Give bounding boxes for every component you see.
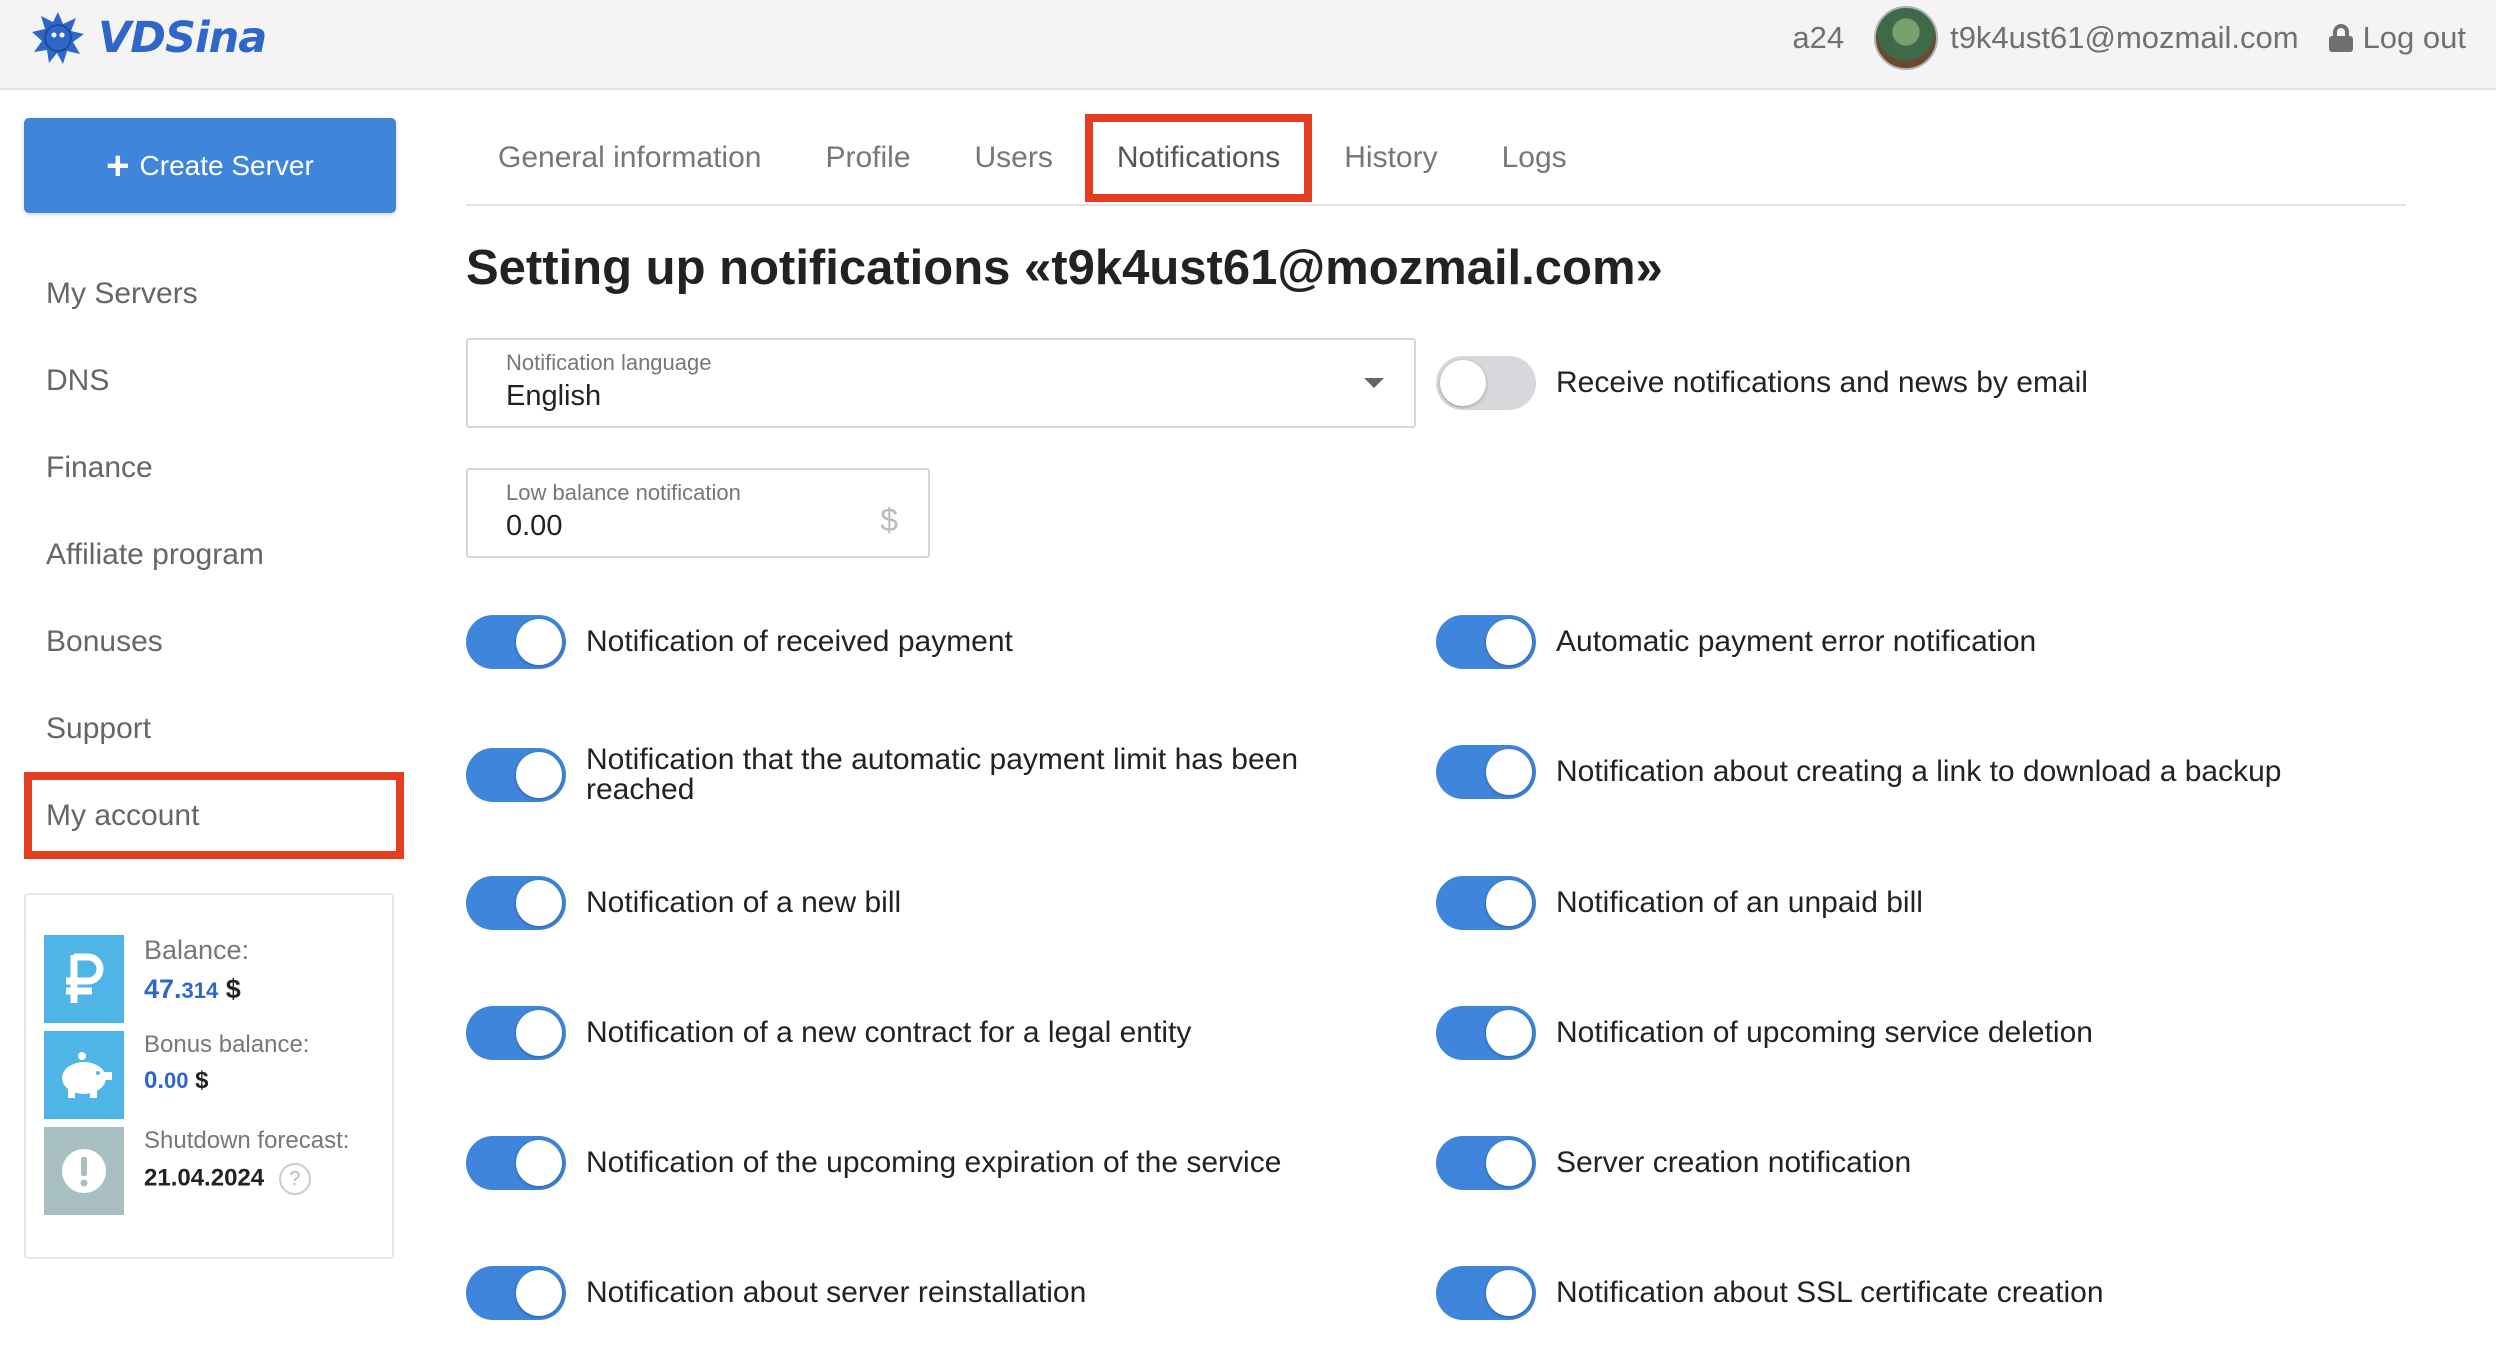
language-value: English (506, 380, 602, 412)
balance-card: Balance: 47.314 $ Bonus balance: 0.00 $ (24, 893, 394, 1259)
toggle-row: Notification of received payment (466, 615, 1013, 669)
tab-users[interactable]: Users (943, 114, 1085, 202)
toggle-label: Notification of the upcoming expiration … (586, 1146, 1282, 1179)
create-server-label: Create Server (139, 149, 314, 181)
balance-int: 47. (144, 974, 182, 1004)
logout-label: Log out (2362, 20, 2466, 55)
avatar (1874, 6, 1939, 70)
bonus-dec: 00 (164, 1068, 189, 1093)
forecast-value: 21.04.2024 ? (144, 1163, 349, 1195)
create-server-button[interactable]: + Create Server (24, 118, 396, 213)
forecast-row: Shutdown forecast: 21.04.2024 ? (44, 1127, 349, 1215)
toggle-row: Notification of a new contract for a leg… (466, 1006, 1191, 1060)
page-title: Setting up notifications «t9k4ust61@mozm… (466, 241, 1663, 295)
auto-payment-limit-toggle[interactable] (466, 748, 566, 802)
tab-history[interactable]: History (1312, 114, 1469, 202)
balance-row: Balance: 47.314 $ (44, 935, 249, 1023)
sidebar-item-finance[interactable]: Finance (24, 424, 404, 511)
forecast-date: 21.04.2024 (144, 1164, 265, 1192)
toggle-row: Notification about creating a link to do… (1436, 745, 2281, 799)
new-bill-toggle[interactable] (466, 876, 566, 930)
user-menu[interactable]: t9k4ust61@mozmail.com (1874, 6, 2299, 70)
top-header: VDSina a24 t9k4ust61@mozmail.com Log out (0, 0, 2496, 90)
unpaid-bill-toggle[interactable] (1436, 876, 1536, 930)
bonus-value: 0.00 $ (144, 1067, 309, 1095)
toggle-row: Notification about server reinstallation (466, 1266, 1086, 1320)
header-right: a24 t9k4ust61@mozmail.com Log out (1792, 0, 2466, 76)
tab-logs[interactable]: Logs (1470, 114, 1599, 202)
toggle-label: Notification that the automatic payment … (586, 743, 1299, 806)
help-icon[interactable]: ? (278, 1163, 311, 1195)
toggle-row: Notification of the upcoming expiration … (466, 1136, 1281, 1190)
bonus-label: Bonus balance: (144, 1031, 310, 1058)
toggle-label: Notification of a new contract for a leg… (586, 1016, 1192, 1049)
toggle-row: Notification that the automatic payment … (466, 745, 1366, 805)
logo-star-icon (32, 12, 84, 64)
low-balance-input[interactable]: Low balance notification 0.00 $ (466, 468, 930, 558)
toggle-label: Server creation notification (1556, 1146, 1912, 1179)
backup-link-toggle[interactable] (1436, 745, 1536, 799)
toggle-label: Automatic payment error notification (1556, 625, 2037, 658)
toggle-label: Notification about server reinstallation (586, 1276, 1087, 1309)
language-label: Notification language (506, 350, 712, 375)
dollar-icon: $ (880, 502, 898, 538)
ruble-icon (44, 935, 124, 1023)
balance-label: Balance: (144, 935, 250, 965)
toggle-label: Notification about SSL certificate creat… (1556, 1276, 2104, 1309)
bonus-currency: $ (195, 1067, 209, 1094)
toggle-row: Server creation notification (1436, 1136, 1911, 1190)
server-creation-toggle[interactable] (1436, 1136, 1536, 1190)
email-notifications-toggle[interactable] (1436, 356, 1536, 410)
piggy-bank-icon (44, 1031, 124, 1119)
logo-text: VDSina (98, 13, 267, 63)
toggle-row: Notification about SSL certificate creat… (1436, 1266, 2104, 1320)
sidebar-item-bonuses[interactable]: Bonuses (24, 598, 404, 685)
bonus-int: 0. (144, 1067, 165, 1094)
logo[interactable]: VDSina (30, 6, 267, 70)
email-toggle-label: Receive notifications and news by email (1556, 366, 2088, 399)
chevron-down-icon (1364, 378, 1384, 388)
notification-language-select[interactable]: Notification language English (466, 338, 1416, 428)
account-tabs: General information Profile Users Notifi… (466, 112, 2406, 206)
lock-icon (2328, 24, 2353, 52)
tab-profile[interactable]: Profile (793, 114, 942, 202)
warning-icon (44, 1127, 124, 1215)
balance-value: 47.314 $ (144, 974, 249, 1005)
received-payment-toggle[interactable] (466, 615, 566, 669)
service-deletion-toggle[interactable] (1436, 1006, 1536, 1060)
account-code: a24 (1792, 20, 1845, 55)
toggle-label: Notification of received payment (586, 625, 1013, 658)
tab-notifications[interactable]: Notifications (1084, 114, 1313, 202)
low-balance-value: 0.00 (506, 510, 563, 542)
sidebar-item-my-account[interactable]: My account (24, 772, 404, 859)
toggle-label: Notification of an unpaid bill (1556, 886, 1923, 919)
balance-dec: 314 (181, 978, 219, 1003)
low-balance-label: Low balance notification (506, 480, 741, 505)
ssl-certificate-toggle[interactable] (1436, 1266, 1536, 1320)
email-toggle-row: Receive notifications and news by email (1436, 356, 2088, 410)
toggle-label: Notification of a new bill (586, 886, 902, 919)
logout-button[interactable]: Log out (2328, 20, 2466, 56)
balance-currency: $ (225, 974, 241, 1004)
service-expiration-toggle[interactable] (466, 1136, 566, 1190)
bonus-row: Bonus balance: 0.00 $ (44, 1031, 309, 1119)
sidebar-nav: My Servers DNS Finance Affiliate program… (24, 250, 404, 859)
toggle-row: Notification of a new bill (466, 876, 901, 930)
tab-general-information[interactable]: General information (466, 114, 793, 202)
toggle-row: Notification of an unpaid bill (1436, 876, 1923, 930)
sidebar-item-affiliate[interactable]: Affiliate program (24, 511, 404, 598)
sidebar-item-support[interactable]: Support (24, 685, 404, 772)
legal-contract-toggle[interactable] (466, 1006, 566, 1060)
server-reinstall-toggle[interactable] (466, 1266, 566, 1320)
auto-payment-error-toggle[interactable] (1436, 615, 1536, 669)
sidebar-item-dns[interactable]: DNS (24, 337, 404, 424)
sidebar-item-my-servers[interactable]: My Servers (24, 250, 404, 337)
toggle-row: Notification of upcoming service deletio… (1436, 1006, 2093, 1060)
plus-icon: + (106, 143, 130, 188)
toggle-label: Notification of upcoming service deletio… (1556, 1016, 2093, 1049)
toggle-label: Notification about creating a link to do… (1556, 755, 2282, 788)
forecast-label: Shutdown forecast: (144, 1127, 350, 1154)
user-email: t9k4ust61@mozmail.com (1950, 20, 2299, 55)
toggle-row: Automatic payment error notification (1436, 615, 2036, 669)
